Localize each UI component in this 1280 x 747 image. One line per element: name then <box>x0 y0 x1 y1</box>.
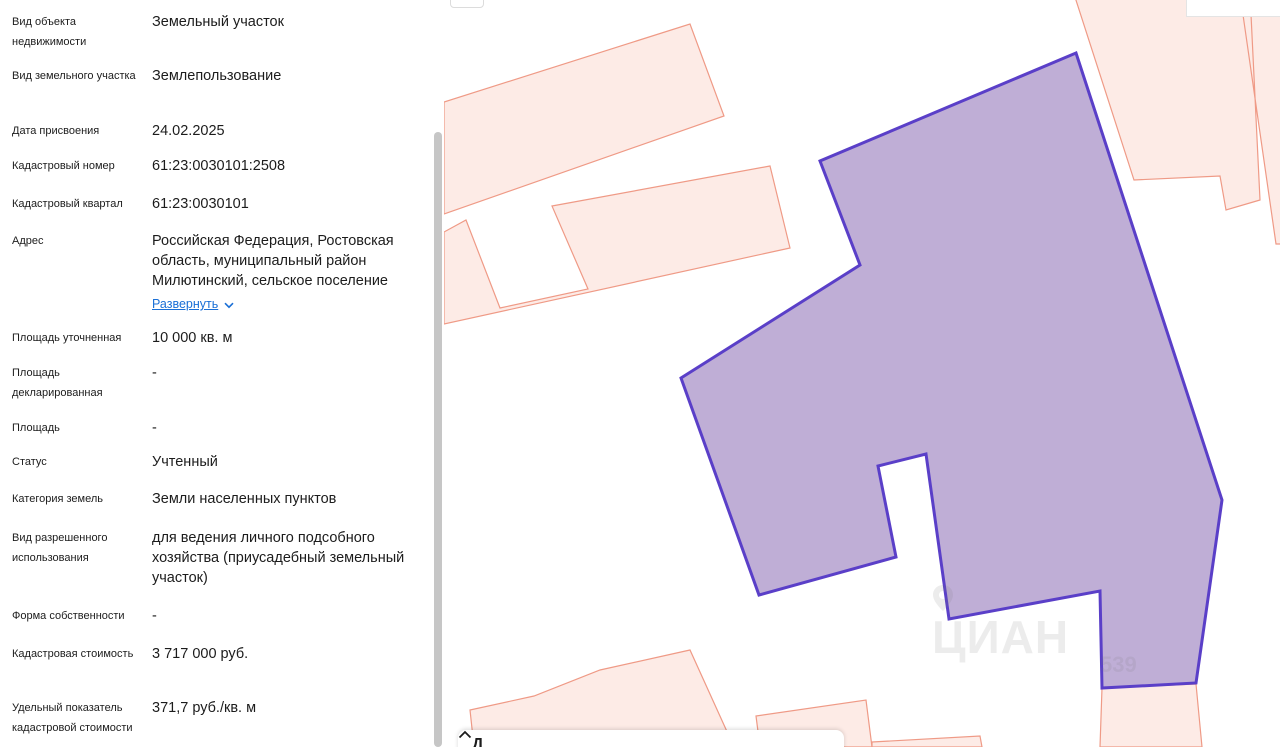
property-value: для ведения личного подсобного хозяйства… <box>152 530 405 586</box>
address-expand-link[interactable]: Развернуть <box>152 296 234 312</box>
location-pin-icon <box>933 585 953 611</box>
property-label: Кадастровый номер <box>12 160 115 172</box>
property-panel: Вид объекта недвижимости Земельный участ… <box>0 0 444 747</box>
property-value: 3 717 000 руб. <box>152 646 249 662</box>
property-label: Площадь <box>12 422 60 434</box>
watermark-number: 539 <box>1100 652 1137 677</box>
chevron-down-icon <box>224 302 234 309</box>
parcel-shape[interactable] <box>871 735 983 747</box>
property-label: Вид разрешенного использования <box>12 532 108 564</box>
property-value: 61:23:0030101 <box>152 196 249 212</box>
property-value: Земельный участок <box>152 14 284 30</box>
panel-scrollbar-thumb[interactable] <box>434 132 442 747</box>
property-label: Вид объекта недвижимости <box>12 16 87 48</box>
watermark-text: ЦИАН <box>932 611 1070 663</box>
property-value: - <box>152 608 157 624</box>
map-canvas[interactable] <box>444 0 1280 747</box>
bottom-sheet-title: Д <box>472 736 484 747</box>
property-value: Учтенный <box>152 454 218 470</box>
map-overlay-card[interactable] <box>1186 0 1280 17</box>
cadastral-map[interactable]: ЦИАН 539 Д <box>444 0 1280 747</box>
property-label: Площадь декларированная <box>12 367 103 399</box>
parcel-shape[interactable] <box>1099 683 1203 747</box>
address-expand-label: Развернуть <box>152 297 219 311</box>
property-value: 61:23:0030101:2508 <box>152 158 286 174</box>
property-value: 24.02.2025 <box>152 123 225 139</box>
bottom-sheet[interactable]: Д <box>458 730 844 747</box>
property-label: Адрес <box>12 235 44 247</box>
property-value: 371,7 руб./кв. м <box>152 700 257 716</box>
property-label: Удельный показатель кадастровой стоимост… <box>12 702 133 734</box>
property-label: Вид земельного участка <box>12 70 136 82</box>
property-label: Площадь уточненная <box>12 332 122 344</box>
property-label: Кадастровая стоимость <box>12 648 134 660</box>
property-value: 10 000 кв. м <box>152 330 233 346</box>
address-value: Российская Федерация, Ростовская область… <box>152 233 394 289</box>
property-label: Форма собственности <box>12 610 125 622</box>
app: Вид объекта недвижимости Земельный участ… <box>0 0 1280 747</box>
chevron-up-icon[interactable] <box>458 730 472 739</box>
property-label: Статус <box>12 456 47 468</box>
property-value: - <box>152 365 157 381</box>
map-control-button[interactable] <box>450 0 484 8</box>
property-label: Кадастровый квартал <box>12 198 123 210</box>
property-label: Категория земель <box>12 493 103 505</box>
property-value: Земли населенных пунктов <box>152 491 337 507</box>
property-value: - <box>152 420 157 436</box>
property-value: Землепользование <box>152 68 282 84</box>
property-label: Дата присвоения <box>12 125 100 137</box>
